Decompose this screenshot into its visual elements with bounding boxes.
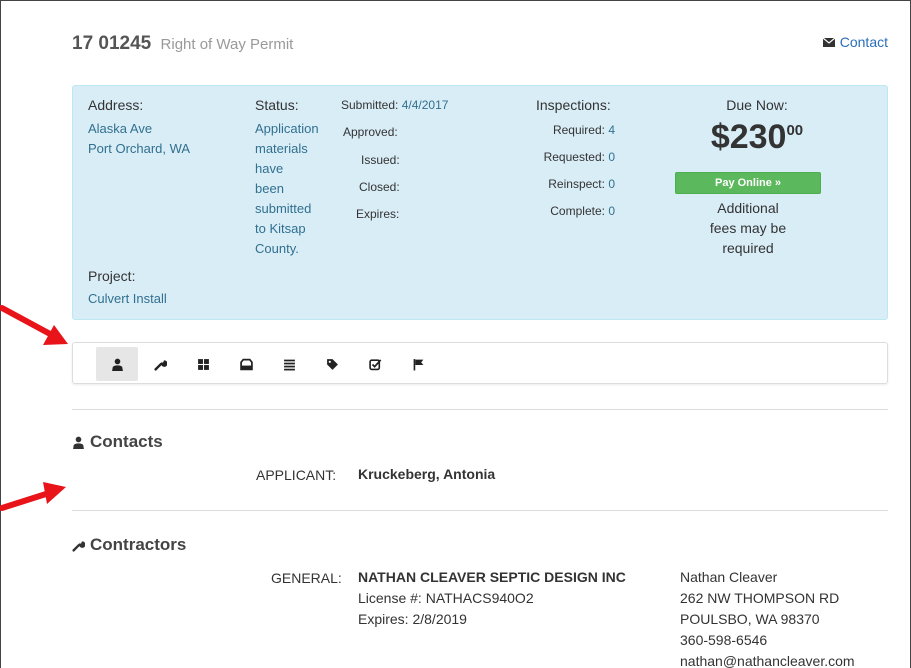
contact-label: Contact <box>839 34 888 50</box>
additional-fees-note: Additional fees may be required <box>709 200 787 256</box>
wrench-icon[interactable] <box>139 347 181 381</box>
project-label: Project: <box>88 268 136 284</box>
status-label: Status: <box>255 97 299 113</box>
grid-icon[interactable] <box>182 347 224 381</box>
submitted-row: Submitted: 4/4/2017 <box>341 98 449 112</box>
contractors-heading: Contractors <box>72 535 186 555</box>
approved-label: Approved: <box>343 125 398 139</box>
complete-row: Complete: 0 <box>550 204 615 218</box>
closed-label: Closed: <box>359 180 400 194</box>
address-label: Address: <box>88 97 144 113</box>
requested-row: Requested: 0 <box>543 150 615 164</box>
contacts-heading: Contacts <box>72 432 163 452</box>
user-icon <box>73 436 84 449</box>
expires-label: Expires: <box>356 207 400 221</box>
divider <box>72 510 888 511</box>
wrench-icon <box>72 540 85 552</box>
due-now-label: Due Now: <box>726 97 788 113</box>
due-amount: $23000 <box>710 118 804 156</box>
tag-icon[interactable] <box>311 347 353 381</box>
contractor-role: GENERAL: <box>271 570 342 586</box>
reinspect-row: Reinspect: 0 <box>548 177 615 191</box>
user-icon[interactable] <box>96 347 138 381</box>
permit-number: 17 01245 <box>72 33 152 54</box>
address-line1: Alaska Ave <box>88 121 153 136</box>
contact-link[interactable]: Contact <box>822 34 888 50</box>
address-line2: Port Orchard, WA <box>88 141 191 156</box>
inbox-icon[interactable] <box>225 347 267 381</box>
annotation-arrow <box>0 305 68 345</box>
status-text: Application materials have been submitte… <box>255 121 319 256</box>
page-title: 17 01245 Right of Way Permit <box>72 33 293 55</box>
required-row: Required: 4 <box>552 123 615 137</box>
list-icon[interactable] <box>268 347 310 381</box>
project-value: Culvert Install <box>88 291 167 306</box>
permit-type: Right of Way Permit <box>160 36 294 53</box>
section-toolbar <box>72 342 888 384</box>
contractor-company: NATHAN CLEAVER SEPTIC DESIGN INC <box>358 569 626 585</box>
contractor-details: NATHAN CLEAVER SEPTIC DESIGN INC License… <box>358 567 626 630</box>
contractor-license: License #: NATHACS940O2 <box>358 590 534 606</box>
pay-online-button[interactable]: Pay Online » <box>675 172 821 194</box>
issued-label: Issued: <box>361 153 400 167</box>
annotation-arrow <box>0 482 66 511</box>
divider <box>72 409 888 410</box>
inspections-title: Inspections: <box>536 97 611 113</box>
contractor-address: Nathan Cleaver 262 NW THOMPSON RD POULSB… <box>680 569 855 668</box>
envelope-icon <box>822 37 835 47</box>
applicant-name: Kruckeberg, Antonia <box>358 466 496 482</box>
applicant-role: APPLICANT: <box>256 467 337 483</box>
flag-icon[interactable] <box>397 347 439 381</box>
contractor-expires: Expires: 2/8/2019 <box>358 611 467 627</box>
permit-summary-panel: Address: Alaska Ave Port Orchard, WA Pro… <box>72 85 888 320</box>
check-icon[interactable] <box>354 347 396 381</box>
